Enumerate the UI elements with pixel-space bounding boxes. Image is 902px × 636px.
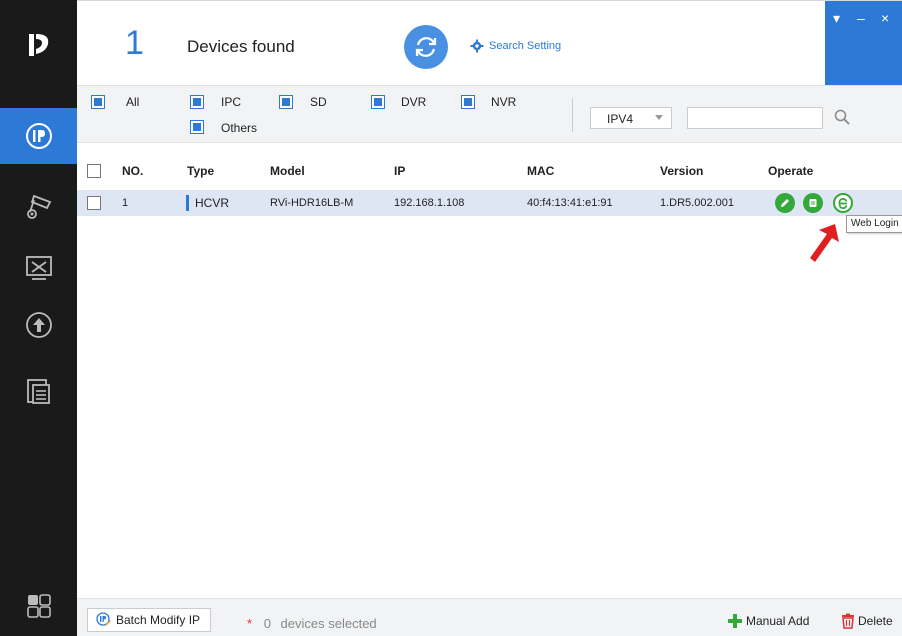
- selected-count: 0: [263, 616, 271, 631]
- refresh-button[interactable]: [404, 25, 448, 69]
- footer: Batch Modify IP * 0 devices selected Man…: [77, 598, 902, 636]
- device-info-button[interactable]: [803, 193, 823, 213]
- filter-sd-checkbox[interactable]: [279, 95, 293, 109]
- sidebar-item-device-config[interactable]: [0, 177, 77, 233]
- filter-others-label: Others: [221, 121, 258, 135]
- camera-gear-icon: [26, 194, 51, 219]
- detail-icon: [809, 199, 817, 207]
- filter-nvr-label: NVR: [491, 95, 517, 109]
- required-star: *: [247, 616, 253, 631]
- filter-bar: All IPC SD DVR NVR Others IPV4: [77, 85, 902, 143]
- delete-label: Delete: [858, 614, 893, 628]
- app-logo-icon: [0, 0, 77, 90]
- selected-label: devices selected: [280, 616, 377, 631]
- gear-icon: [470, 39, 484, 53]
- search-setting-label: Search Setting: [489, 40, 562, 52]
- filter-all-label: All: [126, 95, 140, 109]
- menu-dropdown-icon[interactable]: ▾: [833, 11, 840, 25]
- select-all-rows-checkbox[interactable]: [87, 164, 101, 178]
- search-setting-link[interactable]: Search Setting: [470, 39, 561, 53]
- sidebar-item-documents[interactable]: [0, 363, 77, 419]
- filter-ipc-label: IPC: [221, 95, 242, 109]
- ip-edit-icon: [96, 612, 111, 626]
- selection-info: * 0 devices selected: [247, 616, 377, 631]
- row-version: 1.DR5.002.001: [660, 197, 734, 209]
- filter-ipc-checkbox[interactable]: [190, 95, 204, 109]
- col-mac[interactable]: MAC: [527, 164, 554, 178]
- ip-version-value: IPV4: [607, 112, 634, 126]
- filter-all-checkbox[interactable]: [91, 95, 105, 109]
- delete-button[interactable]: Delete: [841, 613, 893, 629]
- red-arrow-annotation: [810, 224, 839, 262]
- col-model[interactable]: Model: [270, 164, 305, 178]
- row-ip: 192.168.1.108: [394, 197, 465, 209]
- col-version[interactable]: Version: [660, 164, 703, 178]
- row-no: 1: [122, 197, 129, 209]
- type-indicator: [186, 195, 189, 211]
- batch-modify-ip-button[interactable]: Batch Modify IP: [87, 608, 212, 632]
- plus-icon: [728, 614, 742, 628]
- edit-button[interactable]: [775, 193, 795, 213]
- minimize-icon[interactable]: –: [857, 11, 865, 25]
- table-row[interactable]: 1 HCVR RVi-HDR16LB-M 192.168.1.108 40:f4…: [77, 190, 902, 216]
- search-input[interactable]: [687, 107, 823, 129]
- manual-add-label: Manual Add: [746, 614, 810, 628]
- filter-others-checkbox[interactable]: [190, 120, 204, 134]
- filter-sd-label: SD: [310, 95, 327, 109]
- sidebar-item-upgrade[interactable]: [0, 297, 77, 353]
- row-mac: 40:f4:13:41:e1:91: [527, 197, 613, 209]
- sidebar-item-apps[interactable]: [0, 578, 77, 634]
- app-grid-icon: [26, 594, 51, 618]
- sidebar-item-ip-tool[interactable]: [0, 108, 77, 164]
- tools-icon: [25, 256, 52, 280]
- document-icon: [26, 379, 50, 404]
- web-login-tooltip: Web Login: [846, 215, 902, 233]
- row-type: HCVR: [195, 196, 230, 210]
- filter-dvr-checkbox[interactable]: [371, 95, 385, 109]
- trash-icon: [842, 613, 854, 629]
- col-ip[interactable]: IP: [394, 164, 405, 178]
- col-type[interactable]: Type: [187, 164, 214, 178]
- chevron-down-icon: [655, 115, 663, 120]
- devices-found-label: Devices found: [187, 37, 295, 56]
- web-login-button[interactable]: [833, 193, 853, 213]
- row-checkbox[interactable]: [87, 196, 101, 210]
- manual-add-button[interactable]: Manual Add: [727, 613, 809, 629]
- ip-icon: [25, 123, 52, 149]
- row-model: RVi-HDR16LB-M: [270, 197, 354, 209]
- col-no[interactable]: NO.: [122, 164, 143, 178]
- col-operate: Operate: [768, 164, 814, 178]
- device-count: 1: [125, 24, 144, 62]
- pencil-icon: [781, 199, 789, 207]
- upgrade-icon: [25, 312, 52, 338]
- ip-version-select[interactable]: IPV4: [590, 107, 672, 129]
- ie-browser-icon: [838, 197, 848, 210]
- batch-modify-ip-label: Batch Modify IP: [116, 613, 201, 627]
- search-icon[interactable]: [833, 108, 851, 126]
- sidebar-item-system-settings[interactable]: [0, 240, 77, 296]
- window-controls: ▾ – ×: [825, 1, 902, 86]
- close-icon[interactable]: ×: [881, 11, 889, 25]
- header: 1 Devices found Search Setting ▾ – ×: [77, 0, 902, 86]
- table-header: NO. Type Model IP MAC Version Operate: [77, 158, 902, 184]
- filter-dvr-label: DVR: [401, 95, 427, 109]
- filter-divider: [572, 98, 573, 132]
- sidebar: [0, 0, 77, 636]
- filter-nvr-checkbox[interactable]: [461, 95, 475, 109]
- refresh-icon: [415, 37, 437, 57]
